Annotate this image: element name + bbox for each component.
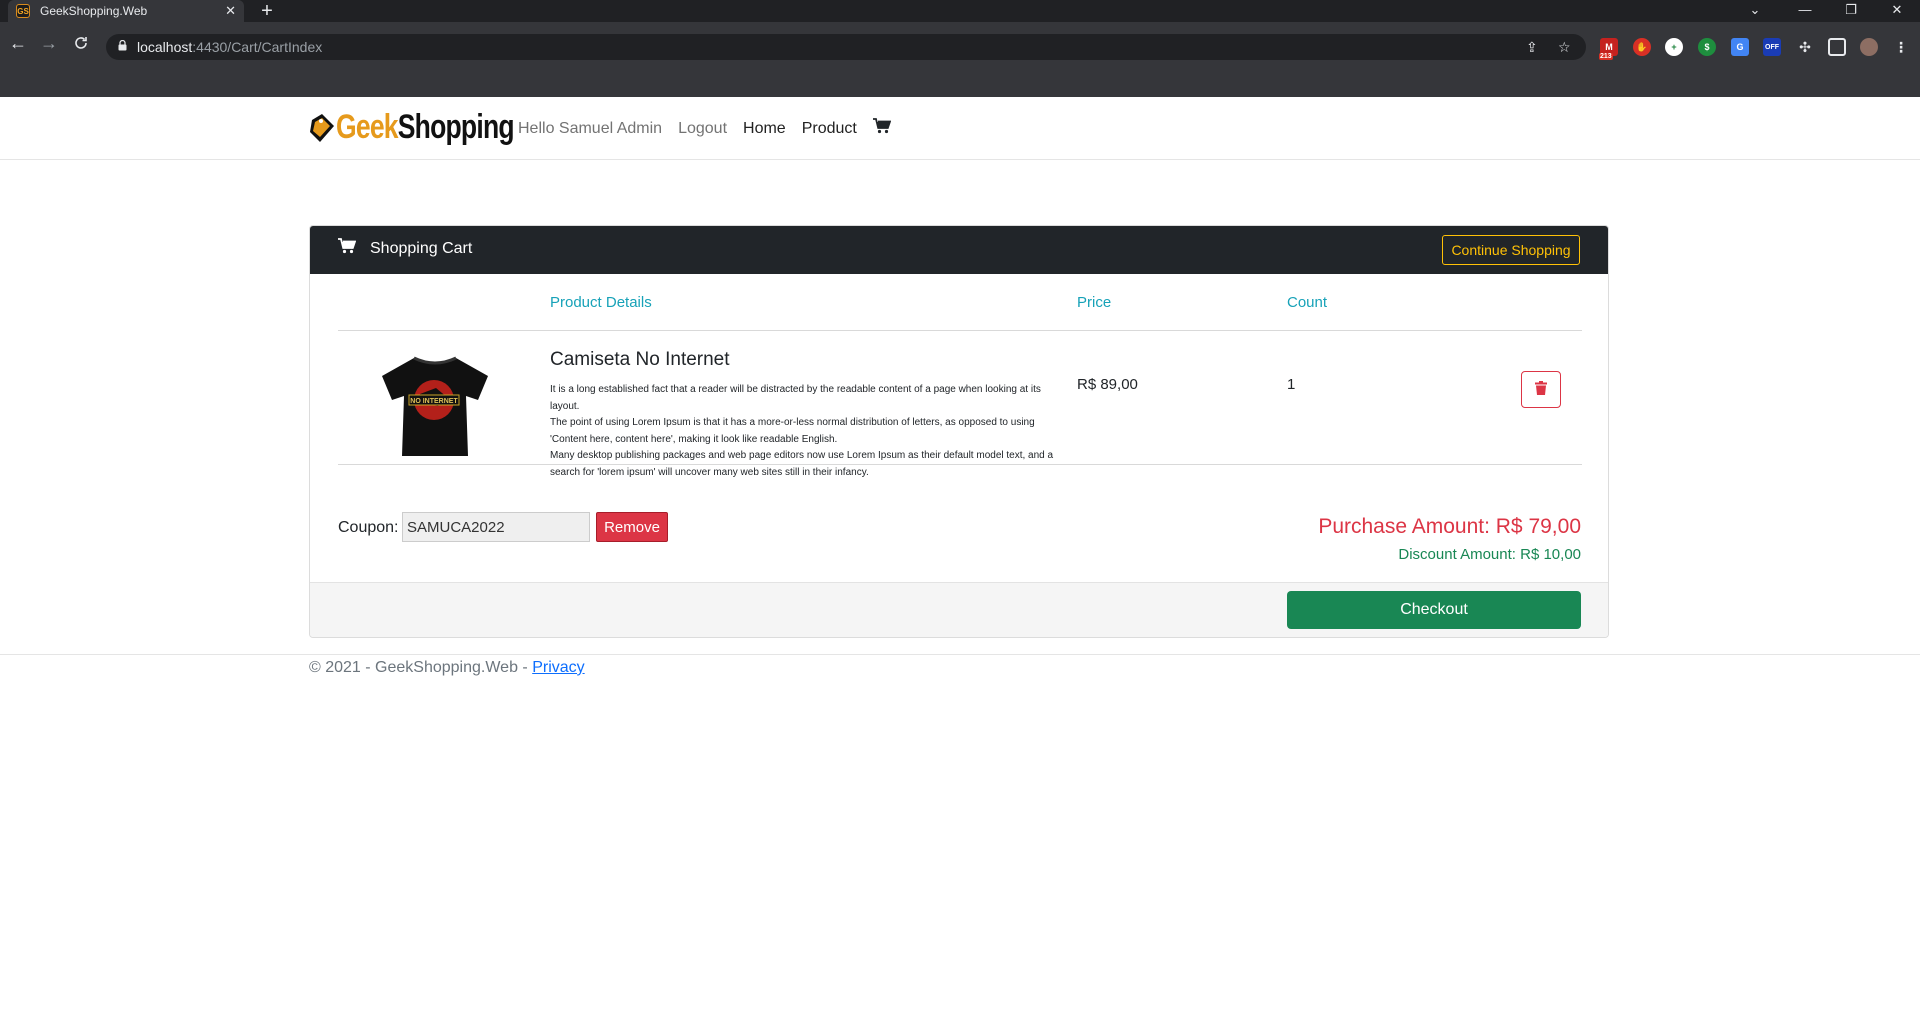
purchase-amount: Purchase Amount: R$ 79,00 xyxy=(1318,515,1581,538)
url-host: localhost xyxy=(137,39,193,55)
translate-extension-icon[interactable]: G xyxy=(1731,38,1749,56)
description-line: The point of using Lorem Ipsum is that i… xyxy=(550,417,1035,445)
product-link[interactable]: Product xyxy=(802,120,857,138)
adblock-extension-icon[interactable]: ✋ xyxy=(1633,38,1651,56)
new-tab-button[interactable]: + xyxy=(254,0,280,22)
dollar-extension-icon[interactable]: $ xyxy=(1698,38,1716,56)
extension-badge: 213 xyxy=(1599,53,1613,60)
side-panel-icon[interactable] xyxy=(1828,38,1846,56)
discount-amount: Discount Amount: R$ 10,00 xyxy=(1398,546,1581,563)
bookmark-star-icon[interactable]: ☆ xyxy=(1558,39,1571,56)
product-name: Camiseta No Internet xyxy=(550,349,730,370)
browser-tabstrip: GS GeekShopping.Web ✕ + ⌄ — ❐ ✕ xyxy=(0,0,1920,22)
coupon-input[interactable] xyxy=(402,512,590,542)
coupon-label: Coupon: xyxy=(338,519,399,536)
divider xyxy=(338,464,1582,465)
minimize-button[interactable]: — xyxy=(1788,0,1822,22)
close-window-button[interactable]: ✕ xyxy=(1880,0,1914,22)
cart-icon xyxy=(338,238,357,259)
restore-button[interactable]: ❐ xyxy=(1834,0,1868,22)
copyright-text: © 2021 - GeekShopping.Web - xyxy=(309,659,533,676)
reload-icon[interactable] xyxy=(68,30,94,56)
privacy-link[interactable]: Privacy xyxy=(532,659,584,676)
continue-shopping-button[interactable]: Continue Shopping xyxy=(1442,235,1580,265)
shopping-tag-icon xyxy=(308,110,336,144)
cart-footer: Checkout xyxy=(310,582,1608,637)
remove-coupon-button[interactable]: Remove xyxy=(596,512,668,542)
shirt-print-text: NO INTERNET xyxy=(410,398,458,405)
product-count: 1 xyxy=(1287,376,1296,393)
profile-avatar[interactable] xyxy=(1860,38,1878,56)
checkout-button[interactable]: Checkout xyxy=(1287,591,1581,629)
back-icon[interactable]: ← xyxy=(5,30,31,56)
trash-icon xyxy=(1535,381,1547,398)
menu-kebab-icon[interactable]: ⋮ xyxy=(1892,38,1910,56)
product-description: It is a long established fact that a rea… xyxy=(550,382,1070,481)
share-icon[interactable]: ⇪ xyxy=(1526,39,1538,56)
gmail-extension-icon[interactable]: M 213 xyxy=(1599,38,1618,60)
divider xyxy=(338,330,1582,331)
cart-icon[interactable] xyxy=(872,118,892,139)
count-header: Count xyxy=(1287,294,1328,311)
product-image: NO INTERNET xyxy=(376,354,494,463)
footer-text: © 2021 - GeekShopping.Web - Privacy xyxy=(309,659,585,677)
site-navbar: GeekShopping Hello Samuel Admin Logout H… xyxy=(0,97,1920,160)
greeting-link[interactable]: Hello Samuel Admin xyxy=(518,120,662,138)
cart-header: Shopping Cart Continue Shopping xyxy=(310,226,1608,274)
tab-search-icon[interactable]: ⌄ xyxy=(1738,0,1772,22)
off-extension-icon[interactable]: OFF xyxy=(1763,38,1781,56)
price-header: Price xyxy=(1077,294,1112,311)
product-details-header: Product Details xyxy=(550,294,652,311)
browser-tab[interactable]: GS GeekShopping.Web ✕ xyxy=(8,0,244,22)
home-link[interactable]: Home xyxy=(743,120,786,138)
browser-toolbar: ← → localhost:4430/Cart/CartIndex ⇪ ☆ M2… xyxy=(0,22,1920,97)
address-bar[interactable]: localhost:4430/Cart/CartIndex ⇪ ☆ xyxy=(106,34,1586,60)
page-footer: © 2021 - GeekShopping.Web - Privacy xyxy=(0,654,1920,694)
lock-icon xyxy=(118,39,127,54)
delete-item-button[interactable] xyxy=(1521,371,1561,408)
tab-title: GeekShopping.Web xyxy=(40,4,148,18)
brand-geek-text: Geek xyxy=(336,107,399,146)
nav-links: Hello Samuel Admin Logout Home Product xyxy=(518,118,907,139)
close-tab-icon[interactable]: ✕ xyxy=(225,3,236,19)
product-price: R$ 89,00 xyxy=(1077,376,1138,393)
cart-title: Shopping Cart xyxy=(370,240,473,257)
url-path: :4430/Cart/CartIndex xyxy=(192,39,323,55)
extensions-puzzle-icon[interactable]: ✣ xyxy=(1796,38,1814,56)
brand-shopping-text: Shopping xyxy=(397,107,515,146)
plus-extension-icon[interactable]: + xyxy=(1665,38,1683,56)
shopping-cart-card: Shopping Cart Continue Shopping Product … xyxy=(309,225,1609,638)
logout-link[interactable]: Logout xyxy=(678,120,727,138)
forward-icon[interactable]: → xyxy=(36,30,62,56)
description-line: It is a long established fact that a rea… xyxy=(550,384,1041,412)
site-favicon-icon: GS xyxy=(16,4,30,18)
